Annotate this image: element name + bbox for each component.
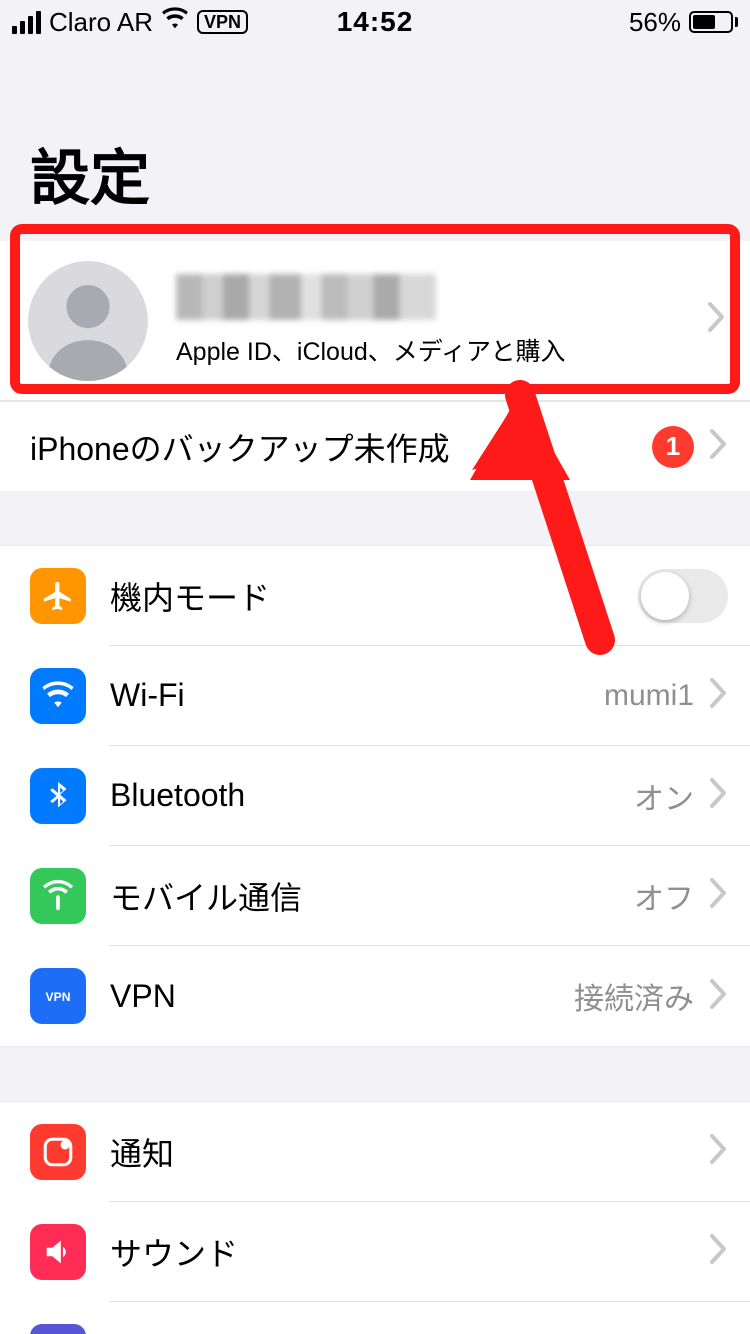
chevron-right-icon xyxy=(710,1134,728,1169)
vpn-status-icon: VPN xyxy=(197,10,248,34)
carrier-label: Claro AR xyxy=(49,7,153,38)
bluetooth-icon xyxy=(30,768,86,824)
row-label: Wi-Fi xyxy=(110,677,185,714)
backup-right: 1 xyxy=(652,426,728,468)
account-name-redacted xyxy=(176,274,436,320)
chevron-right-icon xyxy=(710,678,728,713)
status-bar: Claro AR VPN 14:52 56% xyxy=(0,0,750,44)
svg-text:VPN: VPN xyxy=(46,990,71,1004)
settings-screen: Claro AR VPN 14:52 56% 設定 App xyxy=(0,0,750,1334)
row-wifi[interactable]: Wi-Fi mumi1 xyxy=(0,646,750,746)
chevron-right-icon xyxy=(710,979,728,1014)
notification-badge: 1 xyxy=(652,426,694,468)
chevron-right-icon xyxy=(710,429,728,464)
avatar xyxy=(28,261,148,381)
chevron-right-icon xyxy=(710,878,728,913)
status-right: 56% xyxy=(629,7,738,38)
row-label: サウンド xyxy=(110,1229,238,1275)
notifications-icon xyxy=(30,1124,86,1180)
status-time: 14:52 xyxy=(337,6,414,38)
row-value: オフ xyxy=(634,874,694,918)
status-left: Claro AR VPN xyxy=(12,5,248,40)
cellular-signal-icon xyxy=(12,11,41,34)
vpn-icon: VPN xyxy=(30,968,86,1024)
moon-icon xyxy=(30,1324,86,1334)
row-label: VPN xyxy=(110,978,176,1015)
chevron-right-icon xyxy=(710,1234,728,1269)
group-connectivity: 機内モード Wi-Fi mumi1 Bl xyxy=(0,545,750,1047)
row-value: mumi1 xyxy=(604,679,694,713)
row-sounds[interactable]: サウンド xyxy=(0,1202,750,1302)
cellular-icon xyxy=(30,868,86,924)
row-vpn[interactable]: VPN VPN 接続済み xyxy=(0,946,750,1046)
backup-label: iPhoneのバックアップ未作成 xyxy=(30,424,450,470)
row-bluetooth[interactable]: Bluetooth オン xyxy=(0,746,750,846)
row-label: 機内モード xyxy=(110,573,270,619)
group-system: 通知 サウンド おやすみモード xyxy=(0,1101,750,1334)
airplane-toggle[interactable] xyxy=(638,569,728,623)
row-value: オン xyxy=(634,774,694,818)
row-label: Bluetooth xyxy=(110,777,245,814)
row-label: おやすみモード xyxy=(110,1329,334,1334)
row-value: 接続済み xyxy=(574,974,694,1018)
row-label: 通知 xyxy=(110,1129,174,1175)
wifi-icon xyxy=(30,668,86,724)
row-do-not-disturb[interactable]: おやすみモード xyxy=(0,1302,750,1334)
sounds-icon xyxy=(30,1224,86,1280)
row-cellular[interactable]: モバイル通信 オフ xyxy=(0,846,750,946)
account-subtitle: Apple ID、iCloud、メディアと購入 xyxy=(176,332,698,368)
wifi-icon xyxy=(161,5,189,40)
chevron-right-icon xyxy=(698,299,726,342)
page-title: 設定 xyxy=(0,44,750,241)
row-label: モバイル通信 xyxy=(110,873,302,919)
row-notifications[interactable]: 通知 xyxy=(0,1102,750,1202)
airplane-icon xyxy=(30,568,86,624)
account-text: Apple ID、iCloud、メディアと購入 xyxy=(176,274,698,368)
apple-id-row[interactable]: Apple ID、iCloud、メディアと購入 xyxy=(0,241,750,401)
backup-warning-row[interactable]: iPhoneのバックアップ未作成 1 xyxy=(0,401,750,491)
battery-percent-label: 56% xyxy=(629,7,681,38)
chevron-right-icon xyxy=(710,778,728,813)
battery-icon xyxy=(689,11,738,33)
row-airplane-mode[interactable]: 機内モード xyxy=(0,546,750,646)
